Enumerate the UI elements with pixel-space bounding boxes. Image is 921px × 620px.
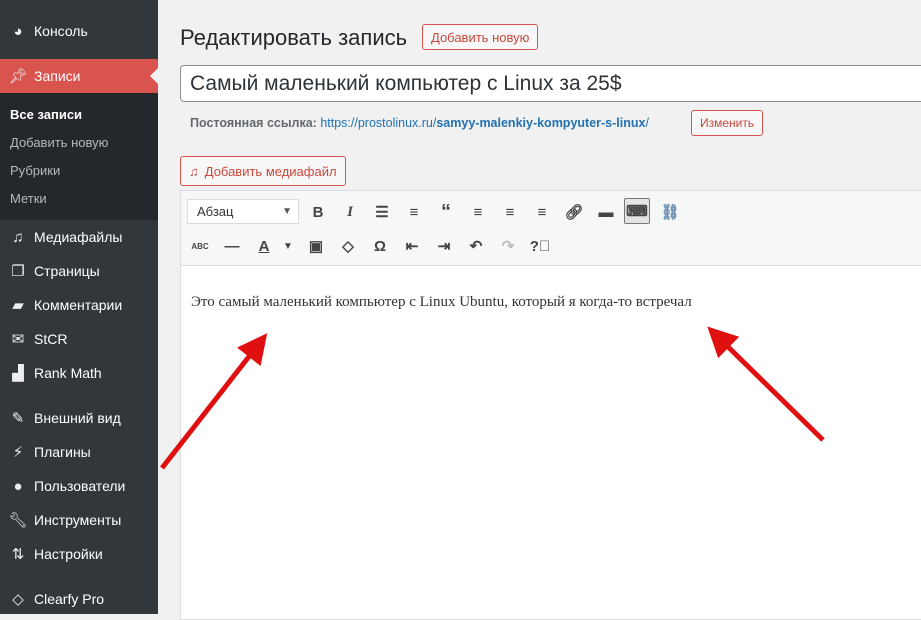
clear-formatting-icon[interactable]: ◇: [335, 233, 361, 259]
brush-icon: ✎: [11, 410, 25, 427]
menu-pages[interactable]: ❐ Страницы: [0, 254, 158, 288]
user-icon: ●: [13, 477, 23, 495]
menu-rank-math[interactable]: ▟ Rank Math: [0, 356, 158, 390]
submenu: Все записи Добавить новую Рубрики Метки: [0, 93, 158, 220]
pin-icon: 📌︎: [8, 68, 28, 85]
align-left-icon[interactable]: ≡: [465, 199, 491, 225]
mail-icon: ✉: [11, 331, 25, 348]
post-title-input[interactable]: [180, 65, 921, 102]
submenu-categories[interactable]: Рубрики: [0, 157, 158, 185]
submenu-tags[interactable]: Метки: [0, 185, 158, 213]
wrench-icon: 🔧︎: [8, 512, 28, 529]
menu-tools[interactable]: 🔧︎ Инструменты: [0, 503, 158, 537]
special-character-icon[interactable]: Ω: [367, 233, 393, 259]
align-center-icon[interactable]: ≡: [497, 199, 523, 225]
editor-content[interactable]: Это самый маленький компьютер с Linux Ub…: [181, 266, 921, 339]
menu-appearance[interactable]: ✎ Внешний вид: [0, 401, 158, 435]
numbered-list-icon[interactable]: ≡: [401, 199, 427, 225]
paste-text-icon[interactable]: ▣: [303, 233, 329, 259]
menu-konsol[interactable]: ◕ Консоль: [0, 14, 158, 48]
undo-icon[interactable]: ↶: [463, 233, 489, 259]
italic-icon[interactable]: I: [337, 199, 363, 225]
pages-icon: ❐: [11, 263, 25, 280]
menu-stcr[interactable]: ✉ StCR: [0, 322, 158, 356]
comment-icon: ▰: [12, 297, 24, 314]
add-media-button[interactable]: ♫ Добавить медиафайл: [180, 156, 346, 186]
submenu-all-posts[interactable]: Все записи: [0, 101, 158, 129]
menu-media[interactable]: ♫ Медиафайлы: [0, 220, 158, 254]
media-icon: ♫: [189, 163, 199, 179]
diamond-icon: ◇: [12, 591, 24, 608]
unlink-icon[interactable]: ⛓: [657, 199, 683, 225]
dashboard-icon: ◕: [13, 22, 23, 40]
link-icon[interactable]: 🔗︎: [561, 199, 587, 225]
bullet-list-icon[interactable]: ☰: [369, 199, 395, 225]
format-select[interactable]: Абзац: [187, 199, 299, 224]
text-color-dropdown-icon[interactable]: ▼: [275, 233, 301, 259]
admin-sidebar: ◕ Консоль 📌︎ Записи Все записи Добавить но…: [0, 0, 158, 614]
bold-icon[interactable]: B: [305, 199, 331, 225]
align-right-icon[interactable]: ≡: [529, 199, 555, 225]
outdent-icon[interactable]: ⇤: [399, 233, 425, 259]
add-new-button[interactable]: Добавить новую: [422, 24, 539, 50]
strikethrough-icon[interactable]: ABC: [187, 233, 213, 259]
menu-comments[interactable]: ▰ Комментарии: [0, 288, 158, 322]
menu-zapisi[interactable]: 📌︎ Записи: [0, 59, 158, 93]
editor: Абзац B I ☰ ≡ “ ≡ ≡ ≡ 🔗︎ ▬ ⌨ ⛓ ABC — A ▼…: [180, 190, 921, 620]
permalink-link[interactable]: https://prostolinux.ru/samyy-malenkiy-ko…: [320, 116, 649, 130]
plugin-icon: ⚡︎: [12, 444, 24, 461]
help-icon[interactable]: ?⃝: [527, 233, 553, 259]
text-color-icon[interactable]: A: [251, 233, 277, 259]
submenu-add-new[interactable]: Добавить новую: [0, 129, 158, 157]
menu-plugins[interactable]: ⚡︎ Плагины: [0, 435, 158, 469]
menu-settings[interactable]: ⇅ Настройки: [0, 537, 158, 571]
read-more-icon[interactable]: ▬: [593, 199, 619, 225]
permalink: Постоянная ссылка: https://prostolinux.r…: [190, 116, 649, 130]
change-permalink-button[interactable]: Изменить: [691, 110, 764, 136]
page-title: Редактировать запись: [180, 25, 408, 50]
redo-icon[interactable]: ↷: [495, 233, 521, 259]
indent-icon[interactable]: ⇥: [431, 233, 457, 259]
main-content: Редактировать запись Добавить новую Пост…: [180, 0, 921, 620]
editor-toolbar: Абзац B I ☰ ≡ “ ≡ ≡ ≡ 🔗︎ ▬ ⌨ ⛓ ABC — A ▼…: [181, 191, 921, 266]
chart-icon: ▟: [12, 365, 24, 382]
menu-clearfy[interactable]: ◇ Clearfy Pro: [0, 582, 158, 616]
horizontal-line-icon[interactable]: —: [219, 233, 245, 259]
blockquote-icon[interactable]: “: [433, 199, 459, 225]
media-icon: ♫: [12, 228, 24, 246]
toolbar-toggle-icon[interactable]: ⌨: [624, 198, 650, 224]
settings-icon: ⇅: [11, 546, 25, 563]
menu-users[interactable]: ● Пользователи: [0, 469, 158, 503]
